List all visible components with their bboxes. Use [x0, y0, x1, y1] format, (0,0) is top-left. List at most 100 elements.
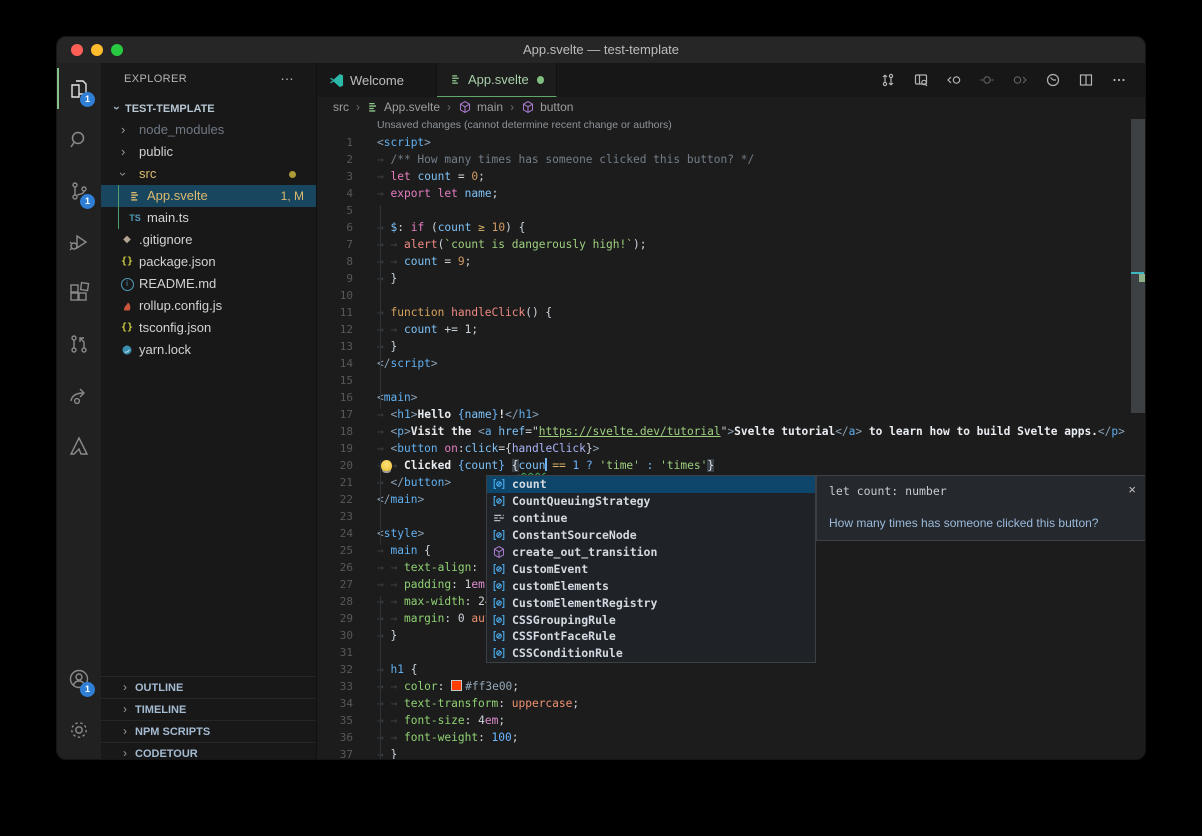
suggest-item-customelementregistry[interactable]: CustomElementRegistry	[487, 594, 815, 611]
suggest-item-create_out_transition[interactable]: create_out_transition	[487, 544, 815, 561]
activity-source-control[interactable]: 1	[57, 165, 101, 216]
tree-item-package-json[interactable]: {}package.json	[101, 251, 316, 273]
code-line-11[interactable]: 11→ function handleClick() {	[317, 304, 1145, 321]
panel-codetour[interactable]: ›CODETOUR	[101, 742, 316, 760]
accounts-button[interactable]: 1	[57, 653, 101, 704]
code-line-37[interactable]: 37→ }	[317, 746, 1145, 759]
lightbulb-icon[interactable]	[381, 460, 392, 471]
suggest-item-continue[interactable]: continue	[487, 510, 815, 527]
code-line-33[interactable]: 33→ → color: #ff3e00;	[317, 678, 1145, 695]
code-line-16[interactable]: 16<main>	[317, 389, 1145, 406]
activity-live-share[interactable]	[57, 369, 101, 420]
scrollbar-thumb[interactable]	[1131, 119, 1145, 413]
suggest-item-cssconditionrule[interactable]: CSSConditionRule	[487, 645, 815, 662]
folder-modified-dot	[289, 171, 296, 178]
breadcrumb-item-main[interactable]: main	[458, 100, 503, 114]
tree-item-node-modules[interactable]: ›node_modules	[101, 119, 316, 141]
panel-timeline[interactable]: ›TIMELINE	[101, 698, 316, 721]
panel-npm-scripts[interactable]: ›NPM SCRIPTS	[101, 720, 316, 743]
symbol-variable-icon	[492, 629, 506, 643]
tree-item-rollup-config-js[interactable]: rollup.config.js	[101, 295, 316, 317]
compare-changes-icon[interactable]	[880, 72, 896, 88]
info-file-icon: i	[121, 278, 134, 291]
activity-azure[interactable]	[57, 420, 101, 471]
code-line-1[interactable]: 1<script>	[317, 134, 1145, 151]
activity-run-debug[interactable]	[57, 216, 101, 267]
current-change-icon[interactable]	[979, 72, 995, 88]
more-actions-icon[interactable]	[1111, 72, 1127, 88]
previous-change-icon[interactable]	[946, 72, 962, 88]
code-line-18[interactable]: 18→ <p>Visit the <a href="https://svelte…	[317, 423, 1145, 440]
code-line-36[interactable]: 36→ → font-weight: 100;	[317, 729, 1145, 746]
panel-outline[interactable]: ›OUTLINE	[101, 676, 316, 699]
activity-explorer[interactable]: 1	[57, 63, 101, 114]
code-line-9[interactable]: 9→ }	[317, 270, 1145, 287]
activity-extensions[interactable]	[57, 267, 101, 318]
open-preview-icon[interactable]	[913, 72, 929, 88]
tree-item-readme-md[interactable]: i README.md	[101, 273, 316, 295]
suggest-item-cssfontfacerule[interactable]: CSSFontFaceRule	[487, 628, 815, 645]
symbol-variable-icon	[492, 579, 506, 593]
code-line-4[interactable]: 4→ export let name;	[317, 185, 1145, 202]
symbol-variable-icon	[492, 596, 506, 610]
code-line-6[interactable]: 6→ $: if (count ≥ 10) {	[317, 219, 1145, 236]
code-line-15[interactable]: 15	[317, 372, 1145, 389]
suggest-item-countqueuingstrategy[interactable]: CountQueuingStrategy	[487, 493, 815, 510]
chevron-right-icon: ›	[123, 677, 127, 698]
code-line-35[interactable]: 35→ → font-size: 4em;	[317, 712, 1145, 729]
symbol-variable-icon	[492, 494, 506, 508]
codelens-annotation[interactable]: Unsaved changes (cannot determine recent…	[317, 117, 1145, 134]
tree-item-src[interactable]: ›src	[101, 163, 316, 185]
suggest-item-count[interactable]: count	[487, 476, 815, 493]
tree-item-main-ts[interactable]: TSmain.ts	[101, 207, 316, 229]
code-line-12[interactable]: 12→ → count += 1;	[317, 321, 1145, 338]
close-icon[interactable]: ×	[1128, 482, 1136, 497]
workspace-root-header[interactable]: ›TEST-TEMPLATE	[101, 97, 316, 119]
code-line-7[interactable]: 7→ → alert(`count is dangerously high!`)…	[317, 236, 1145, 253]
tree-item-public[interactable]: ›public	[101, 141, 316, 163]
explorer-more-actions-icon[interactable]: …	[280, 67, 294, 83]
code-line-32[interactable]: 32→ h1 {	[317, 661, 1145, 678]
tree-item-tsconfig-json[interactable]: {}tsconfig.json	[101, 317, 316, 339]
code-line-5[interactable]: 5	[317, 202, 1145, 219]
code-line-14[interactable]: 14</script>	[317, 355, 1145, 372]
code-line-8[interactable]: 8→ → count = 9;	[317, 253, 1145, 270]
tree-item-yarn-lock[interactable]: yarn.lock	[101, 339, 316, 361]
code-line-19[interactable]: 19→ <button on:click={handleClick}>	[317, 440, 1145, 457]
suggest-label: create_out_transition	[512, 545, 657, 559]
suggest-item-customelements[interactable]: customElements	[487, 577, 815, 594]
code-line-20[interactable]: 20→ → Clicked {count} {coun == 1 ? 'time…	[317, 457, 1145, 474]
line-number: 33	[317, 678, 353, 695]
code-line-3[interactable]: 3→ let count = 0;	[317, 168, 1145, 185]
suggest-documentation: How many times has someone clicked this …	[829, 516, 1098, 530]
suggest-item-cssgroupingrule[interactable]: CSSGroupingRule	[487, 611, 815, 628]
editor-group: Welcome App.svelte src›App.svelte›main›b…	[317, 63, 1145, 759]
next-change-icon[interactable]	[1012, 72, 1028, 88]
activity-search[interactable]	[57, 114, 101, 165]
line-number: 17	[317, 406, 353, 423]
code-line-34[interactable]: 34→ → text-transform: uppercase;	[317, 695, 1145, 712]
suggest-item-customevent[interactable]: CustomEvent	[487, 560, 815, 577]
tree-item-app-svelte[interactable]: App.svelte1, M	[101, 185, 316, 207]
code-line-13[interactable]: 13→ }	[317, 338, 1145, 355]
breadcrumb-item-src[interactable]: src	[333, 100, 349, 114]
code-line-10[interactable]: 10	[317, 287, 1145, 304]
activity-github-pull-requests[interactable]	[57, 318, 101, 369]
json-file-icon: {}	[121, 317, 133, 339]
breadcrumb-item-button[interactable]: button	[521, 100, 573, 114]
gear-icon	[67, 718, 91, 742]
file-label: README.md	[139, 273, 216, 295]
code-line-17[interactable]: 17→ <h1>Hello {name}!</h1>	[317, 406, 1145, 423]
code-line-2[interactable]: 2→ /** How many times has someone clicke…	[317, 151, 1145, 168]
window-title: App.svelte — test-template	[57, 37, 1145, 63]
split-editor-icon[interactable]	[1078, 72, 1094, 88]
file-history-icon[interactable]	[1045, 72, 1061, 88]
tab-welcome[interactable]: Welcome	[317, 63, 437, 97]
tab-app-svelte[interactable]: App.svelte	[437, 63, 557, 97]
line-number: 28	[317, 593, 353, 610]
breadcrumb-item-app-svelte[interactable]: App.svelte	[367, 100, 440, 114]
suggest-item-constantsourcenode[interactable]: ConstantSourceNode	[487, 527, 815, 544]
indent-guide	[380, 596, 381, 760]
tree-item--gitignore[interactable]: ◆.gitignore	[101, 229, 316, 251]
settings-button[interactable]	[57, 704, 101, 755]
